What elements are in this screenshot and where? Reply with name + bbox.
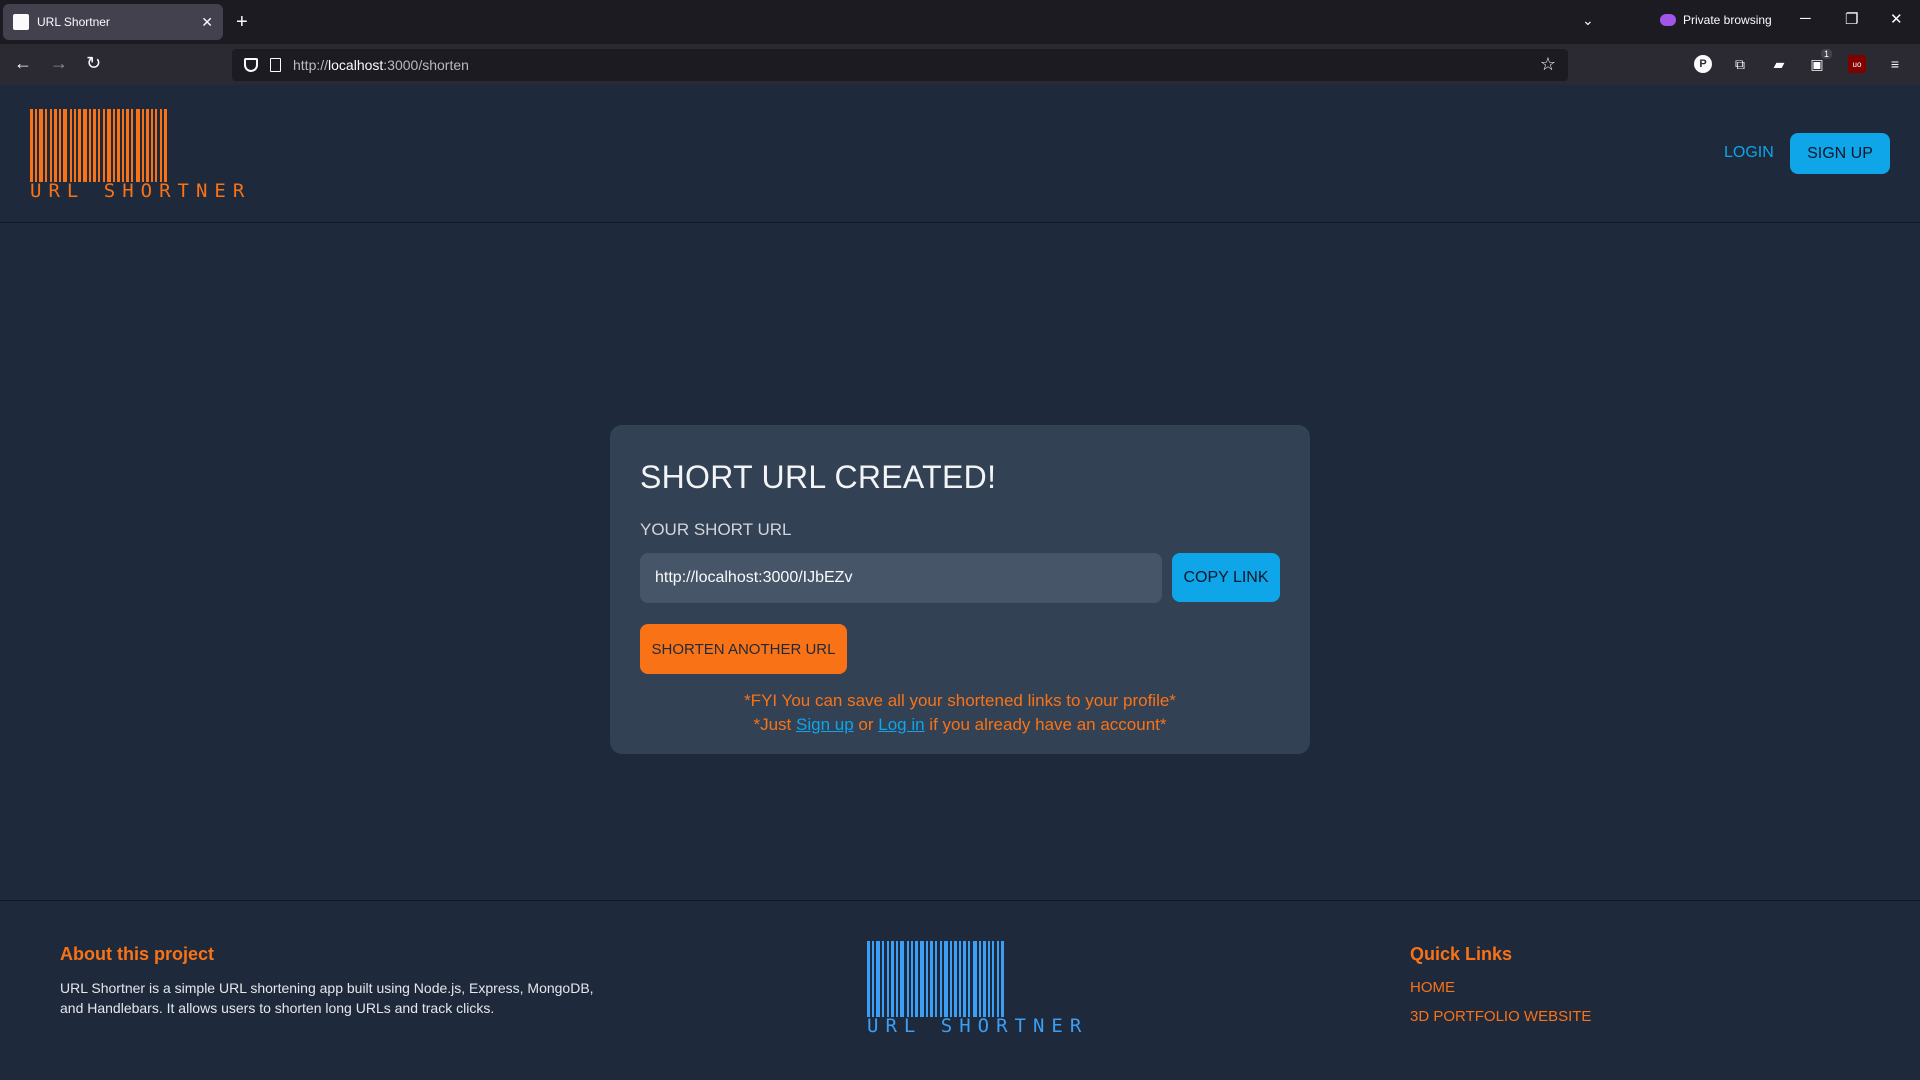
login-link[interactable]: LOGIN <box>1724 144 1774 162</box>
footer-logo: URL SHORTNER <box>867 941 1088 1037</box>
fyi-signup-message: *Just Sign up or Log in if you already h… <box>753 715 1167 734</box>
logo-text: URL SHORTNER <box>30 180 252 202</box>
barcode-bar <box>1001 941 1004 1017</box>
ublock-icon[interactable]: uo <box>1848 55 1866 73</box>
extension-image-icon[interactable]: ▰ <box>1770 55 1788 73</box>
close-tab-icon[interactable]: ✕ <box>201 14 213 31</box>
site-footer: About this project URL Shortner is a sim… <box>0 900 1920 1080</box>
card-title: SHORT URL CREATED! <box>640 459 997 495</box>
chevron-down-icon[interactable]: ⌄ <box>1582 12 1594 29</box>
new-tab-button[interactable]: + <box>236 10 248 34</box>
menu-icon[interactable]: ≡ <box>1886 55 1904 73</box>
private-browsing-label: Private browsing <box>1683 13 1772 27</box>
reload-icon[interactable]: ↻ <box>86 53 101 73</box>
browser-nav-bar: ← → ↻ http://localhost:3000/shorten ☆ P … <box>0 44 1920 85</box>
shorten-another-button[interactable]: SHORTEN ANOTHER URL <box>640 624 847 674</box>
extensions-puzzle-icon[interactable]: ⧉ <box>1731 55 1749 73</box>
address-bar[interactable]: http://localhost:3000/shorten ☆ <box>232 49 1568 81</box>
favicon-icon <box>13 14 29 30</box>
barcode-icon <box>30 109 206 182</box>
page-icon[interactable] <box>270 58 281 72</box>
browser-tab[interactable]: URL Shortner ✕ <box>3 4 223 40</box>
copy-link-button[interactable]: COPY LINK <box>1172 553 1280 602</box>
close-window-icon[interactable]: ✕ <box>1890 10 1903 28</box>
browser-tab-bar: URL Shortner ✕ + ⌄ Private browsing ─ ❐ … <box>0 0 1920 44</box>
short-url-field[interactable]: http://localhost:3000/IJbEZv <box>640 553 1162 603</box>
footer-logo-text: URL SHORTNER <box>867 1015 1089 1037</box>
site-header: URL SHORTNER LOGIN SIGN UP <box>0 85 1920 223</box>
fyi-login-link[interactable]: Log in <box>878 715 924 734</box>
restore-icon[interactable]: ❐ <box>1845 10 1858 28</box>
about-title: About this project <box>60 944 214 964</box>
address-text[interactable]: http://localhost:3000/shorten <box>293 57 469 73</box>
fyi-message: *FYI You can save all your shortened lin… <box>744 691 1176 710</box>
fyi-signup-link[interactable]: Sign up <box>796 715 854 734</box>
quick-link-portfolio[interactable]: 3D PORTFOLIO WEBSITE <box>1410 1008 1591 1025</box>
minimize-icon[interactable]: ─ <box>1800 10 1811 27</box>
back-icon[interactable]: ← <box>14 53 32 73</box>
extension-p-icon[interactable]: P <box>1694 55 1712 73</box>
extension-badge-icon[interactable]: ▣ 1 <box>1808 49 1832 73</box>
barcode-icon <box>867 941 1053 1017</box>
forward-icon[interactable]: → <box>50 53 68 73</box>
short-url-label: YOUR SHORT URL <box>640 520 792 539</box>
extension-count-badge: 1 <box>1820 49 1832 59</box>
page-content: URL SHORTNER LOGIN SIGN UP SHORT URL CRE… <box>0 85 1920 1080</box>
quick-links-title: Quick Links <box>1410 944 1513 964</box>
shield-icon[interactable] <box>244 58 258 72</box>
about-text: URL Shortner is a simple URL shortening … <box>60 980 594 1016</box>
bookmark-star-icon[interactable]: ☆ <box>1540 54 1556 75</box>
short-url-card: SHORT URL CREATED! YOUR SHORT URL http:/… <box>610 425 1310 754</box>
private-mask-icon <box>1660 14 1676 26</box>
signup-button[interactable]: SIGN UP <box>1790 133 1890 174</box>
tab-title: URL Shortner <box>37 15 110 29</box>
site-logo[interactable]: URL SHORTNER <box>30 109 251 202</box>
barcode-bar <box>164 109 167 182</box>
quick-link-home[interactable]: HOME <box>1410 979 1455 996</box>
private-browsing-indicator: Private browsing <box>1660 13 1772 27</box>
